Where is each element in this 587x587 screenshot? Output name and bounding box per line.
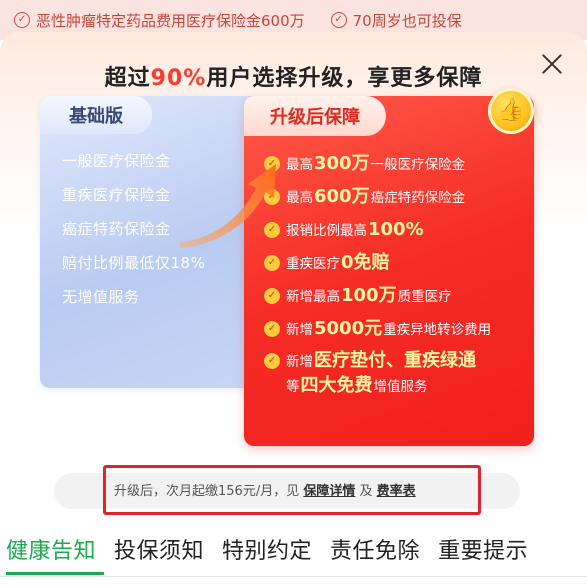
item-text: 新增 — [286, 322, 313, 338]
feature-label: 恶性肿瘤特定药品费用医疗保险金600万 — [36, 11, 305, 30]
upgrade-plan-item: ✓ 最高300万一般医疗保险金 — [264, 148, 491, 181]
thumbs-up-icon: 👍 — [488, 88, 534, 134]
item-text: 等 — [286, 379, 300, 395]
upgrade-plan-item: ✓ 报销比例最高100% — [264, 214, 491, 247]
item-highlight: 0免赔 — [341, 252, 390, 273]
check-icon: ✓ — [264, 353, 280, 369]
tab-insurance-notice[interactable]: 投保须知 — [114, 533, 204, 565]
feature-item: ✓ 70周岁也可投保 — [330, 10, 462, 31]
title-highlight: 90% — [150, 66, 207, 91]
upgrade-plan-card: 升级后保障 👍 ✓ 最高300万一般医疗保险金 ✓ 最高600万癌症特药保险金 … — [244, 88, 534, 446]
check-icon: ✓ — [264, 288, 280, 304]
feature-item: ✓ 恶性肿瘤特定药品费用医疗保险金600万 — [14, 10, 305, 31]
item-text: 增值服务 — [373, 379, 428, 395]
upgrade-arrow-icon — [180, 164, 276, 248]
item-highlight: 5000元 — [314, 318, 383, 339]
item-text: 报销比例最高 — [286, 223, 367, 239]
item-text: 质重医疗 — [397, 289, 452, 305]
feature-label: 70周岁也可投保 — [352, 11, 462, 30]
basic-plan-tag: 基础版 — [40, 96, 152, 134]
title-prefix: 超过 — [104, 66, 151, 91]
item-highlight: 600万 — [314, 186, 370, 207]
check-circle-icon: ✓ — [14, 12, 30, 28]
tab-health-notice[interactable]: 健康告知 — [6, 533, 96, 565]
item-text: 最高 — [286, 190, 313, 206]
upgrade-plan-item: ✓ 新增医疗垫付、重疾绿通 等四大免费增值服务 — [264, 346, 491, 399]
insurance-upgrade-page: ✓ 恶性肿瘤特定药品费用医疗保险金600万 ✓ 70周岁也可投保 超过90%用户… — [0, 0, 587, 587]
item-text: 一般医疗保险金 — [370, 157, 466, 173]
item-text: 新增 — [286, 354, 313, 370]
info-tabs: 健康告知 投保须知 特别约定 责任免除 重要提示 — [0, 524, 587, 574]
upgrade-plan-item: ✓ 最高600万癌症特药保险金 — [264, 181, 491, 214]
tab-special-agreement[interactable]: 特别约定 — [222, 533, 312, 565]
rate-table-link[interactable]: 费率表 — [377, 484, 416, 499]
basic-plan-item: 无增值服务 — [62, 288, 140, 306]
coverage-details-link[interactable]: 保障详情 — [303, 484, 355, 499]
divider — [0, 576, 587, 577]
item-highlight: 医疗垫付、重疾绿通 — [314, 350, 476, 371]
modal-title: 超过90%用户选择升级，享更多保障 — [0, 60, 587, 92]
active-tab-indicator — [6, 572, 104, 575]
item-text: 最高 — [286, 157, 313, 173]
tab-exclusions[interactable]: 责任免除 — [330, 533, 420, 565]
item-text: 新增最高 — [286, 289, 340, 305]
upgrade-plan-list: ✓ 最高300万一般医疗保险金 ✓ 最高600万癌症特药保险金 ✓ 报销比例最高… — [264, 148, 491, 399]
notice-conjunction: 及 — [359, 484, 373, 499]
notice-message: 升级后，次月起缴156元/月，见 — [114, 484, 300, 499]
tab-important-tips[interactable]: 重要提示 — [438, 533, 528, 565]
item-text: 癌症特药保险金 — [370, 190, 466, 206]
item-highlight: 100% — [368, 219, 424, 240]
item-text: 重疾异地转诊费用 — [383, 322, 492, 338]
upgrade-plan-item: ✓ 新增5000元重疾异地转诊费用 — [264, 313, 491, 346]
upgrade-plan-item: ✓ 重疾医疗0免赔 — [264, 247, 491, 280]
check-circle-icon: ✓ — [330, 12, 347, 28]
item-highlight: 300万 — [314, 153, 370, 174]
basic-plan-item: 赔付比例最低仅18% — [62, 254, 206, 272]
notice-text: 升级后，次月起缴156元/月，见 保障详情 及 费率表 — [114, 480, 416, 504]
item-text: 重疾医疗 — [286, 256, 340, 272]
item-highlight: 四大免费 — [300, 375, 373, 396]
upgrade-plan-item: ✓ 新增最高100万质重医疗 — [264, 280, 491, 313]
check-icon: ✓ — [264, 321, 280, 337]
item-highlight: 100万 — [341, 285, 397, 306]
title-suffix: 用户选择升级，享更多保障 — [206, 66, 483, 91]
upgrade-plan-tag: 升级后保障 — [244, 96, 386, 136]
check-icon: ✓ — [264, 255, 280, 271]
